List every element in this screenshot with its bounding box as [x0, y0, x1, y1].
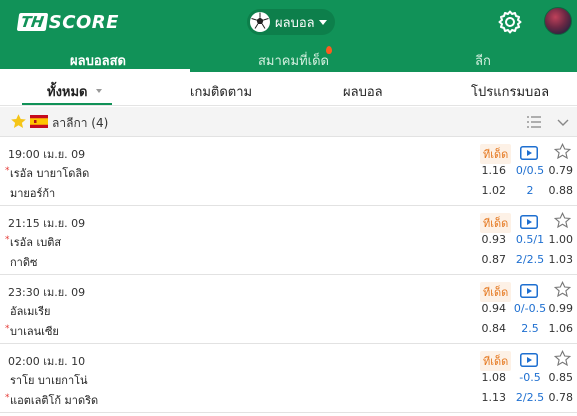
- away-odd-2: 0.88: [548, 184, 574, 197]
- handicap: -0.5: [519, 371, 541, 384]
- subtab-results[interactable]: ผลบอล: [343, 81, 383, 102]
- spain-flag-icon: [30, 115, 48, 128]
- play-video-icon[interactable]: [520, 215, 538, 229]
- total-line: 2.5: [521, 322, 539, 335]
- avatar[interactable]: [544, 7, 572, 35]
- chevron-down-icon: [96, 89, 102, 93]
- home-odd: 0.93: [481, 233, 507, 246]
- play-video-icon[interactable]: [520, 284, 538, 298]
- chevron-down-icon[interactable]: [556, 115, 570, 129]
- star-outline-icon[interactable]: [554, 212, 571, 229]
- match-time: 21:15 เม.ย. 09: [8, 217, 86, 230]
- away-odd: 1.02: [481, 184, 507, 197]
- logo-prefix: TH: [16, 13, 49, 31]
- hot-badge-icon: [326, 46, 332, 54]
- match-row[interactable]: 21:15 เม.ย. 09 ทีเด็ด * เรอัล เบติส กาดิ…: [0, 207, 577, 275]
- home-odd: 1.08: [481, 371, 507, 384]
- tip-badge[interactable]: ทีเด็ด: [480, 282, 512, 302]
- handicap: 0/0.5: [515, 164, 545, 177]
- star-outline-icon[interactable]: [554, 143, 571, 160]
- away-odd-2: 0.78: [548, 391, 574, 404]
- red-mark-icon: *: [5, 393, 10, 403]
- subtab-all[interactable]: ทั้งหมด: [47, 81, 88, 102]
- tip-badge[interactable]: ทีเด็ด: [480, 351, 512, 371]
- tip-badge[interactable]: ทีเด็ด: [480, 144, 512, 164]
- league-name: ลาลีกา (4): [52, 116, 109, 130]
- home-team: เรอัล บายาโดลิด: [10, 167, 90, 180]
- tab-tips[interactable]: สมาคมที่เด็ด: [258, 50, 329, 71]
- match-row[interactable]: 19:00 เม.ย. 09 ทีเด็ด * เรอัล บายาโดลิด …: [0, 138, 577, 206]
- home-odd: 0.94: [481, 302, 507, 315]
- gear-icon[interactable]: [497, 9, 523, 35]
- red-mark-icon: *: [5, 324, 10, 334]
- home-odd-2: 0.85: [548, 371, 574, 384]
- star-filled-icon[interactable]: [10, 113, 27, 130]
- away-team: กาดิซ: [10, 256, 38, 269]
- red-mark-icon: *: [5, 235, 10, 245]
- match-time: 02:00 เม.ย. 10: [8, 355, 86, 368]
- chevron-down-icon: [319, 20, 327, 25]
- handicap: 0.5/1: [515, 233, 545, 246]
- away-team: มายอร์ก้า: [10, 187, 56, 200]
- away-odd-2: 1.03: [548, 253, 574, 266]
- star-outline-icon[interactable]: [554, 350, 571, 367]
- play-video-icon[interactable]: [520, 353, 538, 367]
- home-odd: 1.16: [481, 164, 507, 177]
- total-line: 2/2.5: [515, 253, 545, 266]
- league-header[interactable]: ลาลีกา (4): [0, 107, 577, 137]
- home-odd-2: 0.99: [548, 302, 574, 315]
- match-time: 23:30 เม.ย. 09: [8, 286, 86, 299]
- tab-live-scores[interactable]: ผลบอลสด: [70, 50, 126, 71]
- away-team: บาเลนเซีย: [10, 325, 59, 338]
- total-line: 2/2.5: [515, 391, 545, 404]
- subtab-schedule[interactable]: โปรแกรมบอล: [471, 81, 549, 102]
- away-odd: 0.87: [481, 253, 507, 266]
- home-team: เรอัล เบติส: [10, 236, 62, 249]
- star-outline-icon[interactable]: [554, 281, 571, 298]
- logo[interactable]: TH SCORE: [16, 11, 119, 33]
- home-odd-2: 1.00: [548, 233, 574, 246]
- red-mark-icon: *: [5, 166, 10, 176]
- away-odd: 0.84: [481, 322, 507, 335]
- tab-leagues[interactable]: ลีก: [475, 50, 491, 71]
- logo-text: SCORE: [48, 11, 119, 33]
- home-team: ราโย บาเยกาโน่: [10, 374, 88, 387]
- total-line: 2: [526, 184, 534, 197]
- soccer-ball-icon: [250, 12, 270, 32]
- match-row[interactable]: 02:00 เม.ย. 10 ทีเด็ด * ราโย บาเยกาโน่ แ…: [0, 345, 577, 413]
- list-icon[interactable]: [526, 114, 542, 130]
- home-team: อัลเมเรีย: [10, 305, 51, 318]
- match-time: 19:00 เม.ย. 09: [8, 148, 86, 161]
- away-odd: 1.13: [481, 391, 507, 404]
- home-odd-2: 0.79: [548, 164, 574, 177]
- play-video-icon[interactable]: [520, 146, 538, 160]
- active-subtab-indicator: [22, 103, 112, 105]
- away-odd-2: 1.06: [548, 322, 574, 335]
- handicap: 0/-0.5: [513, 302, 547, 315]
- tip-badge[interactable]: ทีเด็ด: [480, 213, 512, 233]
- sport-selector[interactable]: ผลบอล: [247, 9, 335, 35]
- away-team: แอตเลติโก้ มาดริด: [10, 394, 99, 407]
- match-row[interactable]: 23:30 เม.ย. 09 ทีเด็ด * อัลเมเรีย บาเลนเ…: [0, 276, 577, 344]
- subtab-following[interactable]: เกมติดตาม: [190, 81, 252, 102]
- sport-label: ผลบอล: [275, 15, 315, 31]
